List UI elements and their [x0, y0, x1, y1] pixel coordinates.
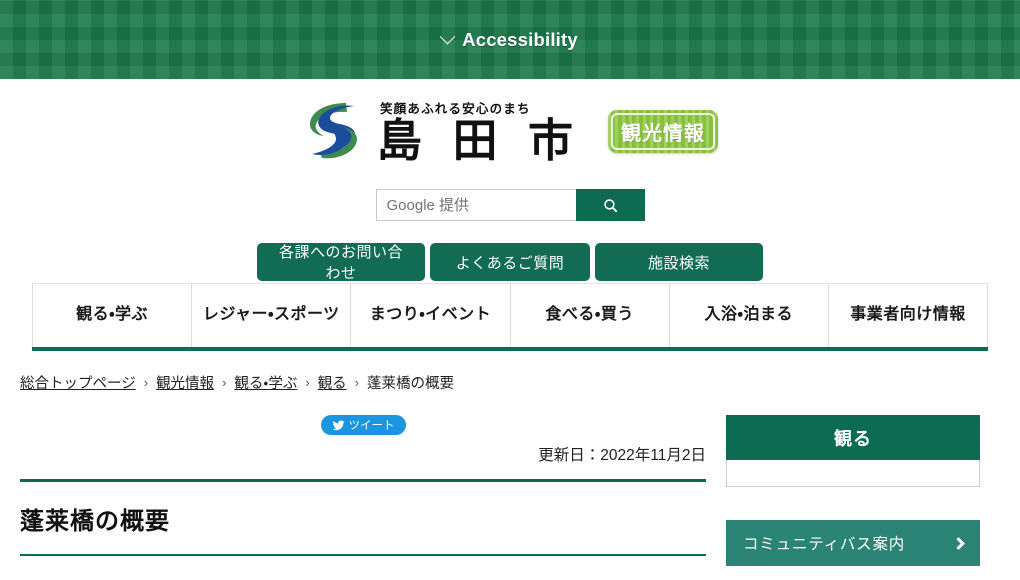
breadcrumb-separator: › — [305, 375, 310, 390]
tweet-button[interactable]: ツイート — [320, 415, 406, 435]
breadcrumb-separator: › — [354, 375, 360, 390]
logo-text[interactable]: 笑顔あふれる安心のまち 島 田 市 — [377, 98, 582, 165]
nav-item-festivals-events[interactable]: まつり・イベント — [351, 284, 511, 347]
shimada-s-logo-icon[interactable] — [302, 98, 364, 164]
tourism-info-badge[interactable]: 観光情報 — [608, 109, 718, 153]
page-title: 蓬莱橋の概要 — [20, 508, 170, 535]
page-layout: ツイート 更新日：2022年11月2日 蓬莱橋の概要 観る コミュニティバス案内 — [0, 415, 1020, 566]
sidebar: 観る コミュニティバス案内 — [726, 415, 980, 566]
faq-button[interactable]: よくあるご質問 — [430, 243, 590, 281]
logo-row: 笑顔あふれる安心のまち 島 田 市 観光情報 — [302, 93, 718, 169]
nav-item-business-info[interactable]: 事業者向け情報 — [829, 284, 989, 347]
article-meta: ツイート 更新日：2022年11月2日 — [20, 415, 706, 465]
sidebar-section-body — [726, 460, 980, 487]
facility-search-button[interactable]: 施設検索 — [595, 243, 763, 281]
nav-item-leisure-sports[interactable]: レジャー・スポーツ — [192, 284, 352, 347]
nav-item-bathe-stay[interactable]: 入浴・泊まる — [670, 284, 829, 347]
content-top-rule — [20, 479, 706, 482]
breadcrumb: 総合トップページ › 観光情報 › 観る・学ぶ › 観る › 蓬莱橋の概要 — [20, 372, 1020, 393]
accessibility-bar[interactable]: Accessibility — [0, 0, 1020, 79]
update-date: 更新日：2022年11月2日 — [538, 447, 706, 464]
accessibility-toggle[interactable]: Accessibility — [439, 28, 578, 51]
breadcrumb-separator: › — [143, 375, 149, 390]
logo-tagline: 笑顔あふれる安心のまち — [379, 101, 531, 116]
nav-item-eat-buy[interactable]: 食べる・買う — [511, 284, 670, 347]
logo-city-name: 島 田 市 — [376, 114, 582, 166]
community-bus-banner-label: コミュニティバス案内 — [743, 536, 906, 553]
breadcrumb-item-current: 蓬莱橋の概要 — [367, 376, 455, 392]
chevron-down-icon — [439, 28, 456, 45]
tweet-button-label: ツイート — [348, 420, 395, 432]
breadcrumb-item-top[interactable]: 総合トップページ — [20, 372, 136, 393]
breadcrumb-separator: › — [222, 375, 227, 390]
global-nav: 観る・学ぶ レジャー・スポーツ まつり・イベント 食べる・買う 入浴・泊まる 事… — [32, 283, 989, 351]
main-content: ツイート 更新日：2022年11月2日 蓬莱橋の概要 — [20, 415, 706, 566]
site-search — [375, 189, 645, 221]
breadcrumb-item-tourism[interactable]: 観光情報 — [156, 372, 214, 393]
page-title-underline — [20, 554, 706, 556]
sidebar-section-title: 観る — [726, 415, 980, 460]
community-bus-banner[interactable]: コミュニティバス案内 — [726, 520, 980, 566]
breadcrumb-item-see-learn[interactable]: 観る・学ぶ — [234, 372, 297, 393]
site-header: 笑顔あふれる安心のまち 島 田 市 観光情報 各課へのお問い合わせ よくあるご質… — [0, 79, 1020, 283]
quick-links: 各課へのお問い合わせ よくあるご質問 施設検索 — [257, 243, 763, 282]
chevron-right-icon — [952, 536, 965, 550]
contact-departments-button[interactable]: 各課へのお問い合わせ — [257, 243, 425, 282]
nav-item-see-learn[interactable]: 観る・学ぶ — [32, 284, 193, 347]
breadcrumb-item-see[interactable]: 観る — [318, 372, 347, 393]
search-button[interactable] — [575, 189, 645, 221]
accessibility-label: Accessibility — [462, 28, 578, 50]
search-icon — [603, 198, 617, 212]
twitter-bird-icon — [332, 420, 345, 430]
search-input[interactable] — [375, 189, 576, 221]
tourism-info-badge-label: 観光情報 — [621, 122, 705, 145]
